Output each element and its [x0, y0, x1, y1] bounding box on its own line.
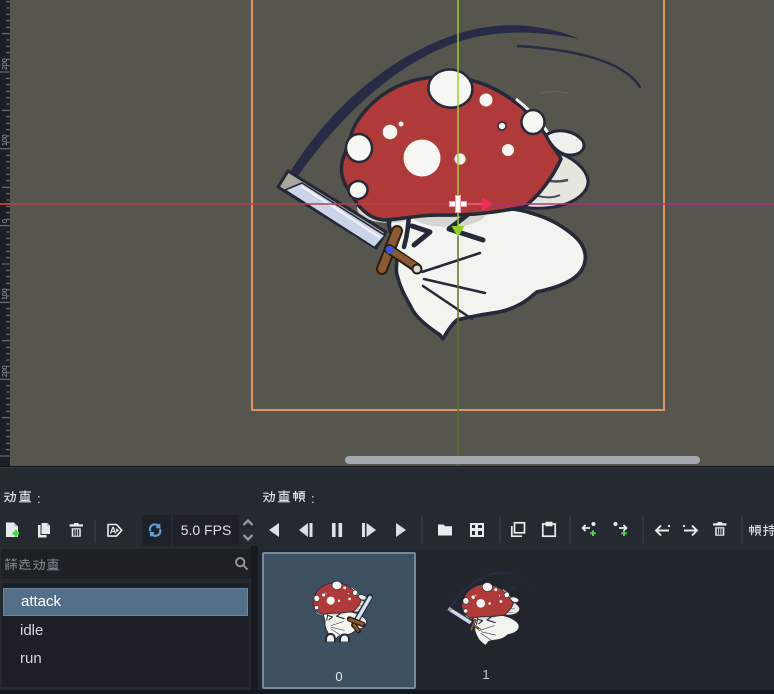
svg-text:100: 100: [2, 288, 9, 300]
svg-text::: :: [311, 491, 315, 506]
svg-text::: :: [37, 491, 41, 506]
svg-text:0: 0: [2, 219, 9, 223]
svg-text:100: 100: [2, 134, 9, 146]
svg-text:200: 200: [2, 365, 9, 377]
svg-text:200: 200: [2, 58, 9, 70]
